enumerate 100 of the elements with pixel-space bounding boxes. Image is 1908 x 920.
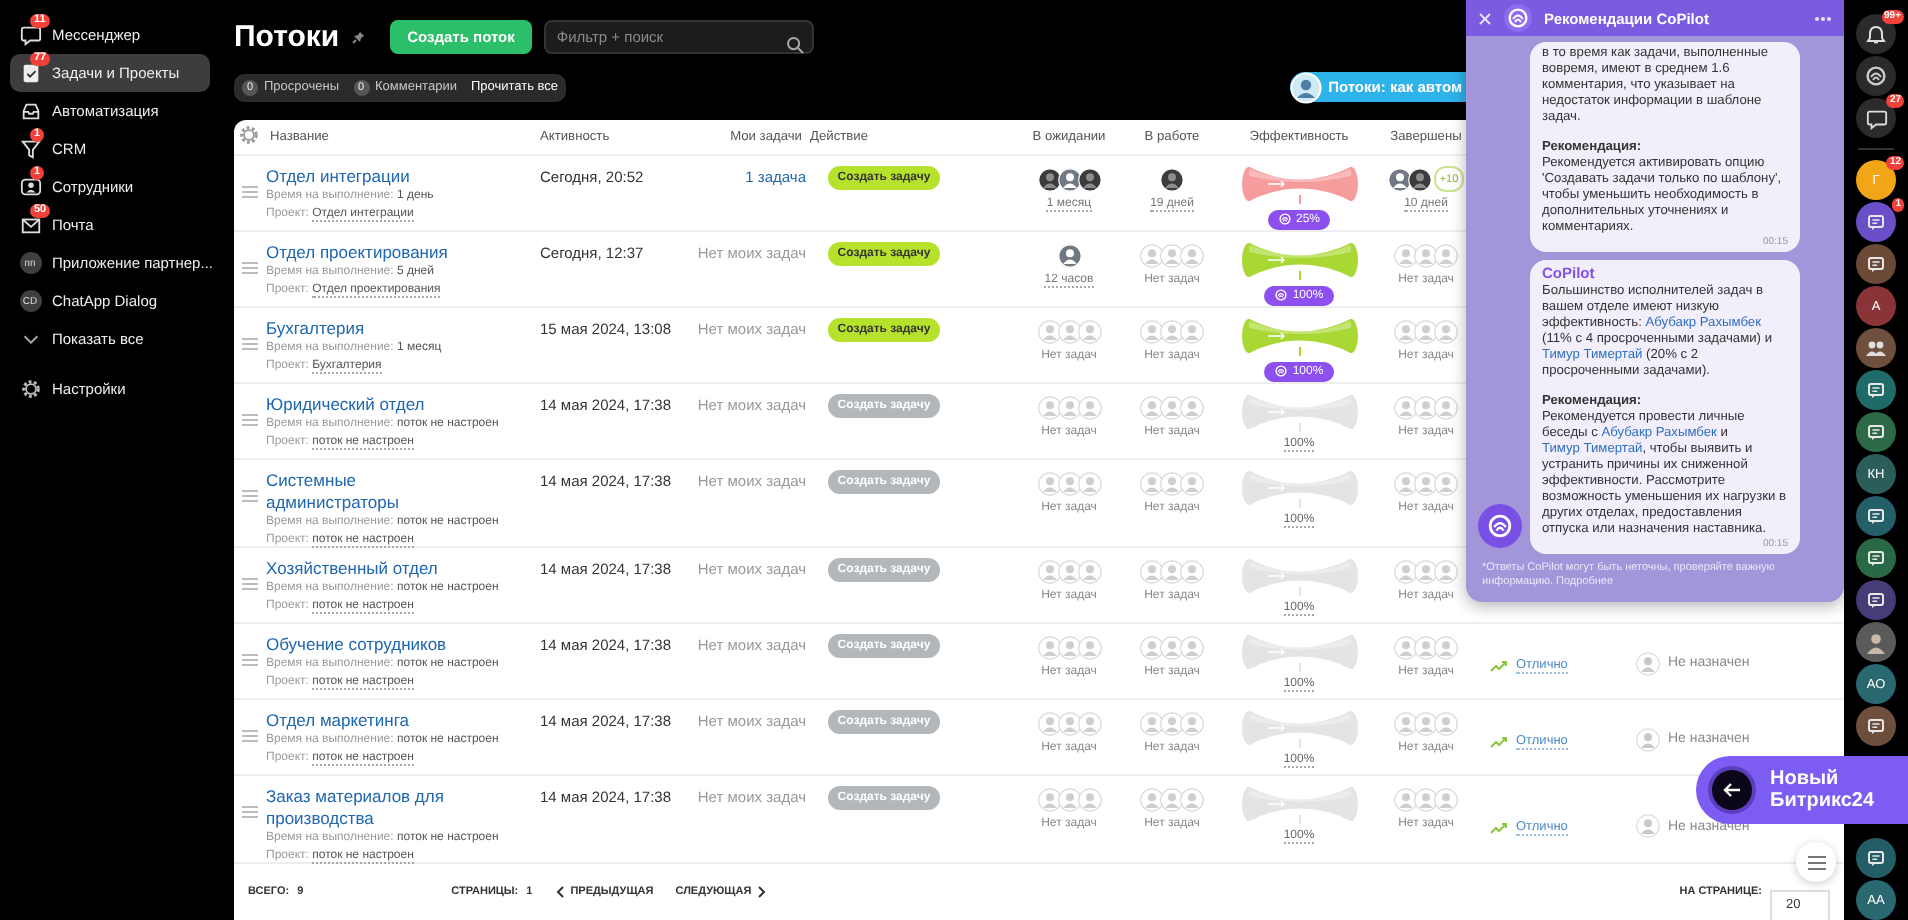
placeholder-avatar <box>1180 395 1204 420</box>
placeholder-avatar <box>1077 471 1101 496</box>
placeholder-avatar <box>1434 635 1458 660</box>
more-icon[interactable] <box>1814 15 1832 21</box>
drag-handle-icon[interactable] <box>242 185 258 198</box>
placeholder-avatar <box>1057 635 1081 660</box>
chevron-left-icon <box>556 886 567 899</box>
flow-name[interactable]: Отдел проектирования <box>266 241 466 264</box>
chat-avatar[interactable] <box>1856 622 1896 662</box>
chat-avatar[interactable] <box>1856 244 1896 284</box>
user-avatar <box>1037 167 1061 192</box>
trend-up-icon <box>1490 659 1508 672</box>
chat-avatar[interactable] <box>1856 838 1896 878</box>
drag-handle-icon[interactable] <box>242 489 258 502</box>
new-version-button[interactable]: Новый Битрикс24 <box>1696 756 1908 824</box>
drag-handle-icon[interactable] <box>242 337 258 350</box>
placeholder-avatar <box>1140 471 1164 496</box>
placeholder-avatar <box>1180 711 1204 736</box>
placeholder-avatar <box>1140 319 1164 344</box>
user-avatar <box>1290 71 1323 103</box>
placeholder-avatar <box>1434 243 1458 268</box>
placeholder-avatar <box>1434 787 1458 812</box>
people-icon <box>19 176 41 198</box>
placeholder-avatar <box>1394 711 1418 736</box>
chat-avatar[interactable] <box>1856 328 1896 368</box>
chat-avatar[interactable] <box>1856 370 1896 410</box>
chat-avatar[interactable] <box>1856 538 1896 578</box>
page-title: Потоки <box>234 20 340 54</box>
trend-up-icon <box>1490 822 1508 835</box>
flow-name[interactable]: Юридический отдел <box>266 393 466 416</box>
drag-handle-icon[interactable] <box>242 261 258 274</box>
placeholder-avatar <box>1057 395 1081 420</box>
swirl-icon <box>1864 64 1888 88</box>
placeholder-avatar <box>1414 319 1438 344</box>
user-avatar <box>1077 167 1101 192</box>
chat-icon <box>1866 548 1886 568</box>
placeholder-avatar <box>1057 711 1081 736</box>
placeholder-avatar <box>1160 243 1184 268</box>
copilot-button[interactable] <box>1856 56 1896 96</box>
clipboard-icon <box>19 62 41 84</box>
pin-icon[interactable] <box>351 30 366 44</box>
flow-name[interactable]: Отдел маркетинга <box>266 709 466 732</box>
new-version-label: Новый Битрикс24 <box>1770 768 1877 812</box>
placeholder-avatar <box>1160 787 1184 812</box>
flow-name[interactable]: Заказ материалов для производства <box>266 785 466 830</box>
placeholder-avatar <box>1037 471 1061 496</box>
chat-icon <box>1866 848 1886 868</box>
drag-handle-icon[interactable] <box>242 729 258 742</box>
search-icon[interactable] <box>786 36 805 54</box>
chat-icon <box>1866 590 1886 610</box>
placeholder-avatar <box>1160 319 1184 344</box>
drag-handle-icon[interactable] <box>242 577 258 590</box>
placeholder-avatar <box>1414 559 1438 584</box>
placeholder-avatar <box>1160 559 1184 584</box>
placeholder-avatar <box>1414 395 1438 420</box>
placeholder-avatar <box>1077 395 1101 420</box>
flow-name[interactable]: Бухгалтерия <box>266 317 466 340</box>
funnel-icon <box>19 138 41 160</box>
settings-icon <box>19 378 41 400</box>
chat-icon <box>1866 212 1886 232</box>
chat-avatar[interactable] <box>1856 496 1896 536</box>
swirl-icon <box>1274 364 1289 379</box>
placeholder-avatar <box>1180 319 1204 344</box>
chat-avatar[interactable] <box>1856 706 1896 746</box>
user-avatar <box>1408 167 1432 192</box>
placeholder-avatar <box>1140 635 1164 660</box>
envelope-icon <box>19 214 41 236</box>
chat-avatar[interactable] <box>1856 580 1896 620</box>
people-icon <box>1864 338 1888 358</box>
flow-name[interactable]: Хозяйственный отдел <box>266 557 466 580</box>
placeholder-avatar <box>1037 635 1061 660</box>
bell-icon <box>1866 24 1886 44</box>
trend-up-icon <box>1490 735 1508 748</box>
placeholder-avatar <box>1140 395 1164 420</box>
user-avatar <box>1057 243 1081 268</box>
placeholder-avatar <box>1394 635 1418 660</box>
placeholder-avatar <box>1160 635 1184 660</box>
placeholder-avatar <box>1636 727 1660 752</box>
placeholder-avatar <box>1394 559 1418 584</box>
placeholder-avatar <box>1160 395 1184 420</box>
placeholder-avatar <box>1180 635 1204 660</box>
chat-avatar[interactable] <box>1856 412 1896 452</box>
placeholder-avatar <box>1180 787 1204 812</box>
close-button[interactable] <box>1478 11 1492 25</box>
drag-handle-icon[interactable] <box>242 805 258 818</box>
placeholder-avatar <box>1140 559 1164 584</box>
placeholder-avatar <box>1434 471 1458 496</box>
chevron-right-icon <box>755 886 766 899</box>
settings-icon[interactable] <box>238 123 260 146</box>
placeholder-avatar <box>1414 787 1438 812</box>
user-avatar <box>1057 167 1081 192</box>
tray-icon <box>19 100 41 122</box>
flow-name[interactable]: Отдел интеграции <box>266 165 466 188</box>
placeholder-avatar <box>1037 559 1061 584</box>
drag-handle-icon[interactable] <box>242 653 258 666</box>
flow-name[interactable]: Системные администраторы <box>266 469 466 514</box>
flow-name[interactable]: Обучение сотрудников <box>266 633 466 656</box>
placeholder-avatar <box>1037 787 1061 812</box>
drag-handle-icon[interactable] <box>242 413 258 426</box>
placeholder-avatar <box>1414 711 1438 736</box>
